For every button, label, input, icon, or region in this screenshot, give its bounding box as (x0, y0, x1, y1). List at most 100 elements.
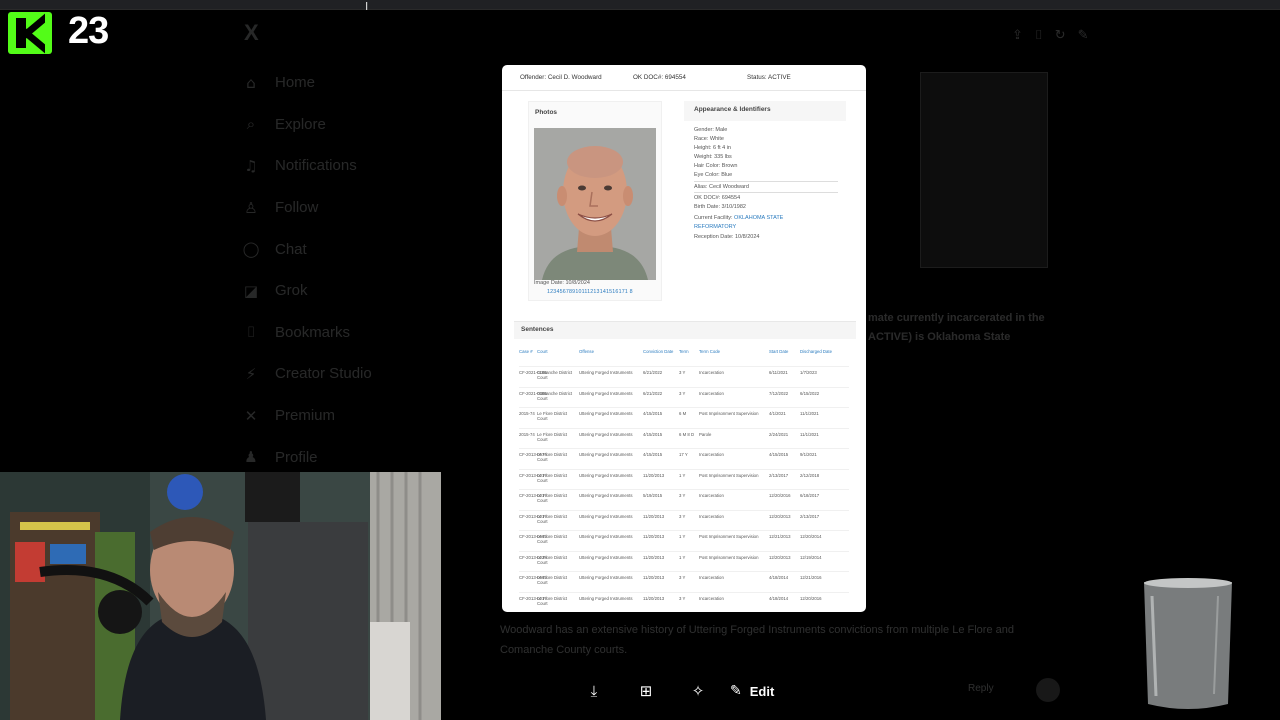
table-cell: Post Imprisonment Supervision (699, 554, 759, 560)
browser-top-bar (0, 0, 1280, 10)
grok-edit-icon[interactable]: ✧ (672, 682, 724, 700)
column-header[interactable]: Court (537, 349, 577, 354)
sidebar-item-bookmarks[interactable]: ⌷ Bookmarks (240, 312, 420, 354)
table-row: CF-2021-0055 Comanche District Court Utter… (519, 386, 849, 408)
table-cell: 4/18/2014 (769, 575, 789, 580)
table-cell: Post Imprisonment Supervision (699, 534, 759, 539)
offender-name: Offender: Cecil D. Woodward (520, 74, 602, 81)
table-cell: 6/21/2022 (643, 370, 663, 375)
sidebar-item-chat[interactable]: ◯ Chat (240, 228, 420, 270)
edit-button[interactable]: ✎ Edit (730, 683, 774, 699)
table-row: CF-2013-0217 Le Flore District Court Utter… (519, 591, 849, 613)
reply-button[interactable]: Reply (968, 683, 994, 694)
gender: Gender: Male (694, 127, 728, 133)
sidebar-item-label: Grok (275, 282, 308, 300)
kick-counter: 23 (68, 10, 109, 52)
column-header[interactable]: Start Date (769, 349, 799, 354)
table-cell: Le Flore District Court (537, 472, 568, 483)
bookmark-icon[interactable]: ⌷ (1035, 28, 1043, 43)
photo-pager-links[interactable]: 12345678910111213141516171 8 (547, 289, 633, 295)
media-toolbar: ⤓ ⊞ ✧ ✎ Edit (568, 682, 775, 700)
sidebar-item-follow[interactable]: ♙ Follow (240, 187, 420, 229)
table-cell: Post Imprisonment Supervision (699, 472, 759, 478)
table-cell: Le Flore District Court (537, 452, 568, 463)
table-cell: Le Flore District Court (537, 431, 568, 442)
compose-icon[interactable]: ✎ (1078, 28, 1089, 43)
table-cell: Uttering Forged Instruments (579, 390, 633, 396)
facility-label: Current Facility: (694, 215, 733, 221)
table-cell: 11/1/2021 (800, 411, 819, 416)
facility-link[interactable]: OKLAHOMA STATE (734, 215, 783, 221)
status-text: Status: ACTIVE (747, 74, 791, 81)
sidebar-item-notifications[interactable]: ♫ Notifications (240, 145, 420, 187)
sidebar-item-label: Profile (275, 448, 318, 466)
share-icon[interactable]: ⇪ (1012, 28, 1023, 43)
table-cell: 3 Y (679, 493, 686, 498)
table-cell: Le Flore District Court (537, 493, 568, 504)
home-icon: ⌂ (246, 73, 256, 92)
download-icon[interactable]: ⤓ (568, 682, 620, 700)
bell-icon: ♫ (244, 156, 258, 175)
table-row: CF-2013-0217 Le Flore District Court Utter… (519, 468, 849, 490)
table-row: CF-2013-0662 Le Flore District Court Utter… (519, 571, 849, 592)
table-cell: Uttering Forged Instruments (579, 370, 633, 375)
height: Height: 6 ft 4 in (694, 145, 731, 151)
table-cell: Uttering Forged Instruments (579, 411, 633, 416)
table-cell: 6/11/2021 (769, 370, 788, 375)
race: Race: White (694, 136, 724, 142)
table-cell: 1 Y (679, 554, 686, 560)
table-cell: Uttering Forged Instruments (579, 431, 633, 437)
column-header[interactable]: Discharged Date (800, 349, 834, 354)
sidebar-item-home[interactable]: ⌂ Home (240, 62, 420, 104)
x-logo-icon[interactable]: X (244, 20, 420, 46)
doc-number-detail: OK DOC#: 694554 (694, 195, 741, 201)
table-cell: 7/12/2022 (769, 390, 789, 396)
text-cursor-icon: I (365, 0, 369, 13)
table-cell: Uttering Forged Instruments (579, 554, 633, 560)
sidebar-item-label: Explore (275, 115, 326, 133)
sidebar-item-label: Creator Studio (275, 365, 372, 383)
sidebar-item-explore[interactable]: ⌕ Explore (240, 104, 420, 146)
sidebar-item-creator-studio[interactable]: ⚡ Creator Studio (240, 353, 420, 395)
refresh-icon[interactable]: ↻ (1055, 28, 1066, 43)
table-cell: 12/20/2014 (800, 534, 822, 539)
column-header[interactable]: Conviction Date (643, 349, 677, 354)
table-cell: Le Flore District Court (537, 554, 568, 565)
table-row: CF-2013-0217 Le Flore District Court Utter… (519, 509, 849, 531)
table-cell: 12/21/2016 (800, 575, 822, 580)
table-cell: 3 Y (679, 390, 686, 396)
table-cell: Le Flore District Court (537, 513, 568, 524)
sidebar-item-grok[interactable]: ◪ Grok (240, 270, 420, 312)
table-cell: 3 Y (679, 513, 686, 519)
table-cell: 12/20/2013 (769, 554, 791, 560)
table-cell: Uttering Forged Instruments (579, 575, 633, 580)
table-cell: 6 M (679, 411, 687, 416)
table-row: CF-2021-0155 Comanche District Court Utter… (519, 366, 849, 387)
sidebar-item-premium[interactable]: ✕ Premium (240, 395, 420, 437)
table-cell: 12/20/2013 (769, 513, 791, 519)
table-row: 2015-74 Le Flore District Court Uttering F… (519, 407, 849, 428)
column-header[interactable]: Term Code (699, 349, 767, 354)
column-header[interactable]: Term (679, 349, 697, 354)
table-cell: 4/15/2015 (643, 452, 663, 457)
sidebar-item-label: Notifications (275, 157, 357, 175)
table-cell: Comanche District Court (537, 390, 573, 401)
column-header[interactable]: Offense (579, 349, 639, 354)
facility-link-line2[interactable]: REFORMATORY (694, 224, 736, 230)
avatar[interactable] (1036, 678, 1060, 702)
drinking-glass (1138, 576, 1238, 716)
premium-icon: ✕ (244, 406, 258, 425)
creator-icon: ⚡ (245, 364, 257, 383)
table-cell: 6/18/2017 (800, 493, 820, 498)
table-cell: 6 M 8 D (679, 431, 695, 437)
doc-number: OK DOC#: 694554 (633, 74, 686, 81)
table-cell: 12/19/2014 (800, 554, 822, 560)
add-to-collection-icon[interactable]: ⊞ (620, 682, 672, 700)
kick-logo (8, 12, 52, 54)
current-facility: Current Facility: OKLAHOMA STATE (694, 215, 783, 221)
table-row: CF-2013-0574 Le Flore District Court Utter… (519, 448, 849, 469)
table-cell: Uttering Forged Instruments (579, 534, 633, 539)
table-cell: Uttering Forged Instruments (579, 452, 633, 457)
reception-date: Reception Date: 10/8/2024 (694, 234, 760, 240)
image-date: Image Date: 10/8/2024 (534, 280, 590, 286)
